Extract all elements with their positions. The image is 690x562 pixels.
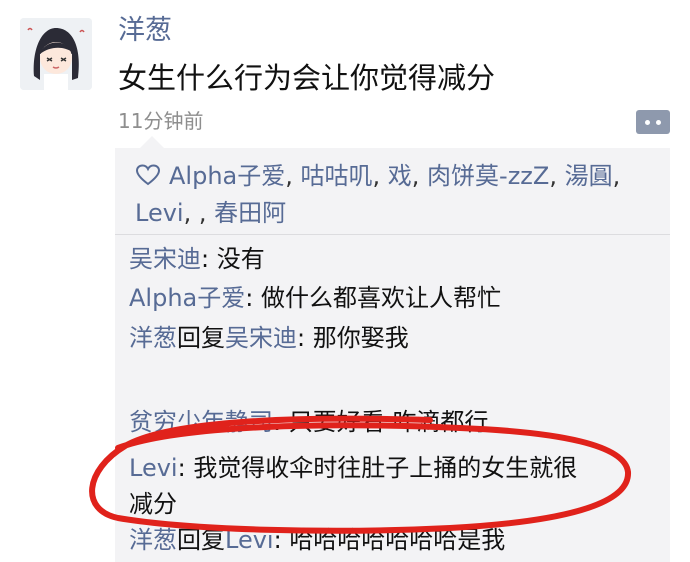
comment-row-highlighted[interactable]: Levi: 我觉得收伞时往肚子上捅的女生就很减分 xyxy=(129,450,599,522)
interaction-panel: Alpha子爱, 咕咕叽, 戏, 肉饼莫-zzZ, 湯圓, Levi, , 春田阿… xyxy=(115,136,670,562)
comment-text: 那你娶我 xyxy=(312,324,409,352)
comment-row[interactable]: 洋葱回复Levi: 哈哈哈哈哈哈哈是我 xyxy=(129,522,659,558)
comment-separator: : xyxy=(177,454,194,482)
comment-separator: : xyxy=(201,245,217,273)
likes-divider xyxy=(115,234,670,235)
ellipsis-icon-dot xyxy=(656,119,661,125)
avatar[interactable] xyxy=(20,18,92,90)
comment-row[interactable]: 洋葱回复吴宋迪: 那你娶我 xyxy=(129,320,659,356)
comment-author[interactable]: 洋葱 xyxy=(129,526,177,554)
comment-text: 做什么都喜欢让人帮忙 xyxy=(260,284,501,312)
comment-separator: : xyxy=(245,284,261,312)
comment-author[interactable]: 吴宋迪 xyxy=(129,245,201,273)
like-name[interactable]: 湯圓 xyxy=(565,162,613,190)
reply-target[interactable]: 吴宋迪 xyxy=(225,324,297,352)
comment-row[interactable]: Alpha子爱: 做什么都喜欢让人帮忙 xyxy=(129,280,659,316)
heart-icon xyxy=(135,164,161,186)
comment-text: 没有 xyxy=(216,245,265,273)
post-text: 女生什么行为会让你觉得减分 xyxy=(118,61,496,95)
like-name[interactable]: 春田阿 xyxy=(214,199,286,227)
comment-text: 我觉得收伞时往肚子上捅的女生就很减分 xyxy=(129,454,578,518)
ellipsis-icon xyxy=(645,119,650,125)
comment-author[interactable]: 洋葱 xyxy=(129,324,177,352)
comment-separator: : xyxy=(297,324,313,352)
avatar-image xyxy=(20,18,92,90)
comment-row[interactable]: 吴宋迪: 没有 xyxy=(129,241,659,277)
like-name[interactable]: 咕咕叽 xyxy=(301,162,373,190)
like-name[interactable]: Alpha子爱 xyxy=(169,162,285,190)
comment-text: 只要好看 咋滴都行 xyxy=(288,408,489,436)
comment-separator: : xyxy=(273,526,290,554)
reply-target[interactable]: Levi xyxy=(225,526,274,554)
more-options-button[interactable] xyxy=(636,110,670,134)
comment-author[interactable]: Levi xyxy=(129,454,178,482)
reply-word: 回复 xyxy=(177,324,225,352)
post-username[interactable]: 洋葱 xyxy=(118,14,172,48)
like-name[interactable]: 戏 xyxy=(388,162,412,190)
comment-author[interactable]: 贫穷少年静司 xyxy=(129,408,273,436)
comment-author[interactable]: Alpha子爱 xyxy=(129,284,245,312)
like-name[interactable]: 肉饼莫-zzZ xyxy=(427,162,549,190)
comment-separator: : xyxy=(273,408,289,436)
post-timestamp: 11分钟前 xyxy=(118,109,204,133)
like-name[interactable]: Levi xyxy=(135,199,184,227)
reply-word: 回复 xyxy=(177,526,225,554)
likes-row: Alpha子爱, 咕咕叽, 戏, 肉饼莫-zzZ, 湯圓, Levi, , 春田阿 xyxy=(135,162,621,227)
comment-text: 哈哈哈哈哈哈哈是我 xyxy=(289,526,506,554)
comment-row[interactable]: 贫穷少年静司: 只要好看 咋滴都行 xyxy=(129,404,659,440)
